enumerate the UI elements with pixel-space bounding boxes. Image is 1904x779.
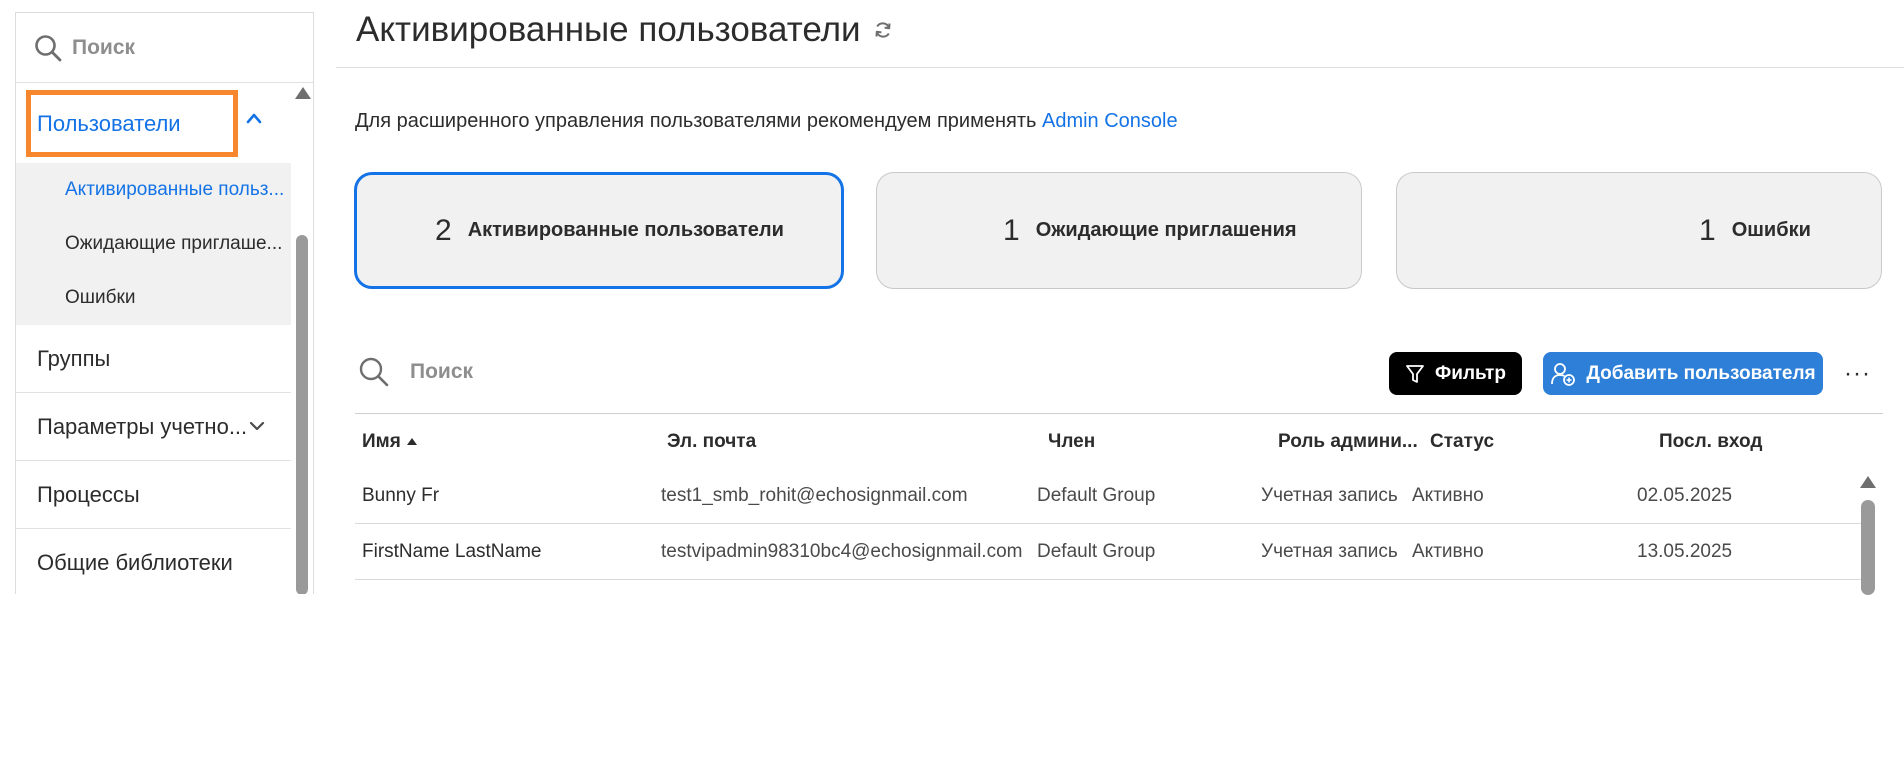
admin-console-link[interactable]: Admin Console <box>1042 110 1178 132</box>
info-text: Для расширенного управления пользователя… <box>355 110 1042 132</box>
title-divider <box>336 67 1904 68</box>
sidebar-scroll-up-arrow[interactable] <box>295 87 311 99</box>
cell-group: Default Group <box>1037 541 1156 562</box>
sidebar-item-groups-label: Группы <box>37 345 111 371</box>
cell-last-login: 13.05.2025 <box>1637 541 1733 562</box>
card-activated-users-label: Активированные пользователи <box>467 219 784 241</box>
cell-email: test1_smb_rohit@echosignmail.com <box>661 485 968 506</box>
search-icon <box>35 34 62 61</box>
card-errors-count: 1 <box>1699 213 1716 247</box>
cell-role: Учетная запись <box>1261 541 1398 562</box>
card-pending-invites-label: Ожидающие приглашения <box>1035 219 1297 241</box>
cell-status: Активно <box>1412 541 1484 562</box>
sidebar-search[interactable]: Поиск <box>16 13 313 83</box>
filter-button-label: Фильтр <box>1435 362 1506 384</box>
page-title-text: Активированные пользователи <box>356 10 861 49</box>
sidebar-subnav: Активированные польз... Ожидающие пригла… <box>16 163 291 325</box>
sidebar-search-placeholder[interactable]: Поиск <box>72 36 135 60</box>
add-user-button-label: Добавить пользователя <box>1586 362 1816 384</box>
cell-status: Активно <box>1412 485 1484 506</box>
sort-ascending-icon <box>406 438 417 446</box>
sidebar-subitem-errors[interactable]: Ошибки <box>16 271 291 325</box>
sidebar-item-libraries[interactable]: Общие библиотеки <box>16 529 291 594</box>
add-user-button[interactable]: Добавить пользователя <box>1543 352 1823 395</box>
table-search-input[interactable]: Поиск <box>410 360 473 384</box>
card-pending-invites-count: 1 <box>1003 213 1020 247</box>
chevron-down-icon[interactable] <box>249 420 265 432</box>
sidebar-item-groups[interactable]: Группы <box>16 325 291 393</box>
sidebar-item-account-settings[interactable]: Параметры учетно... <box>16 393 291 461</box>
search-icon <box>359 357 389 387</box>
card-errors[interactable]: 1 Ошибки <box>1396 172 1882 289</box>
table-top-divider <box>355 413 1883 414</box>
table-scrollbar-thumb[interactable] <box>1861 500 1875 595</box>
row-divider <box>355 523 1863 524</box>
sidebar-subitem-activated-users[interactable]: Активированные польз... <box>16 163 291 217</box>
filter-icon <box>1406 364 1424 383</box>
card-errors-label: Ошибки <box>1731 219 1811 241</box>
sidebar-item-account-settings-label: Параметры учетно... <box>37 413 248 439</box>
cell-name[interactable]: FirstName LastName <box>362 541 542 563</box>
info-message: Для расширенного управления пользователя… <box>355 110 1178 133</box>
column-header-status[interactable]: Статус <box>1430 431 1494 453</box>
table-scroll-up-arrow[interactable] <box>1860 476 1876 488</box>
card-activated-users[interactable]: 2 Активированные пользователи <box>354 172 844 289</box>
highlight-box <box>26 90 238 157</box>
chevron-up-icon[interactable] <box>246 112 262 124</box>
filter-button[interactable]: Фильтр <box>1389 352 1522 395</box>
column-header-admin-role[interactable]: Роль админи... <box>1278 431 1418 453</box>
sidebar: Поиск Пользователи Активированные польз.… <box>15 12 314 594</box>
add-user-icon <box>1551 362 1576 386</box>
sidebar-subitem-pending-invites[interactable]: Ожидающие приглаше... <box>16 217 291 271</box>
column-header-last-login[interactable]: Посл. вход <box>1659 431 1762 453</box>
sidebar-item-libraries-label: Общие библиотеки <box>37 549 233 575</box>
column-header-name[interactable]: Имя <box>362 431 417 453</box>
page-title: Активированные пользователи <box>356 10 893 50</box>
cell-email: testvipadmin98310bc4@echosignmail.com <box>661 541 1023 562</box>
row-divider <box>355 579 1863 580</box>
card-pending-invites[interactable]: 1 Ожидающие приглашения <box>876 172 1362 289</box>
cell-name[interactable]: Bunny Fr <box>362 485 439 507</box>
cell-last-login: 02.05.2025 <box>1637 485 1733 506</box>
cell-group: Default Group <box>1037 485 1156 506</box>
table-search[interactable]: Поиск <box>358 356 473 388</box>
cell-role: Учетная запись <box>1261 485 1398 506</box>
refresh-icon[interactable] <box>873 20 893 40</box>
column-header-member[interactable]: Член <box>1048 431 1095 453</box>
card-activated-users-count: 2 <box>435 213 452 247</box>
sidebar-item-processes[interactable]: Процессы <box>16 461 291 529</box>
sidebar-item-processes-label: Процессы <box>37 481 140 507</box>
sidebar-scrollbar-thumb[interactable] <box>296 235 308 594</box>
sidebar-nav: Пользователи Активированные польз... Ожи… <box>16 84 291 594</box>
column-header-email[interactable]: Эл. почта <box>667 431 756 453</box>
more-icon[interactable]: ··· <box>1844 360 1871 388</box>
sidebar-item-users[interactable]: Пользователи <box>16 84 291 163</box>
